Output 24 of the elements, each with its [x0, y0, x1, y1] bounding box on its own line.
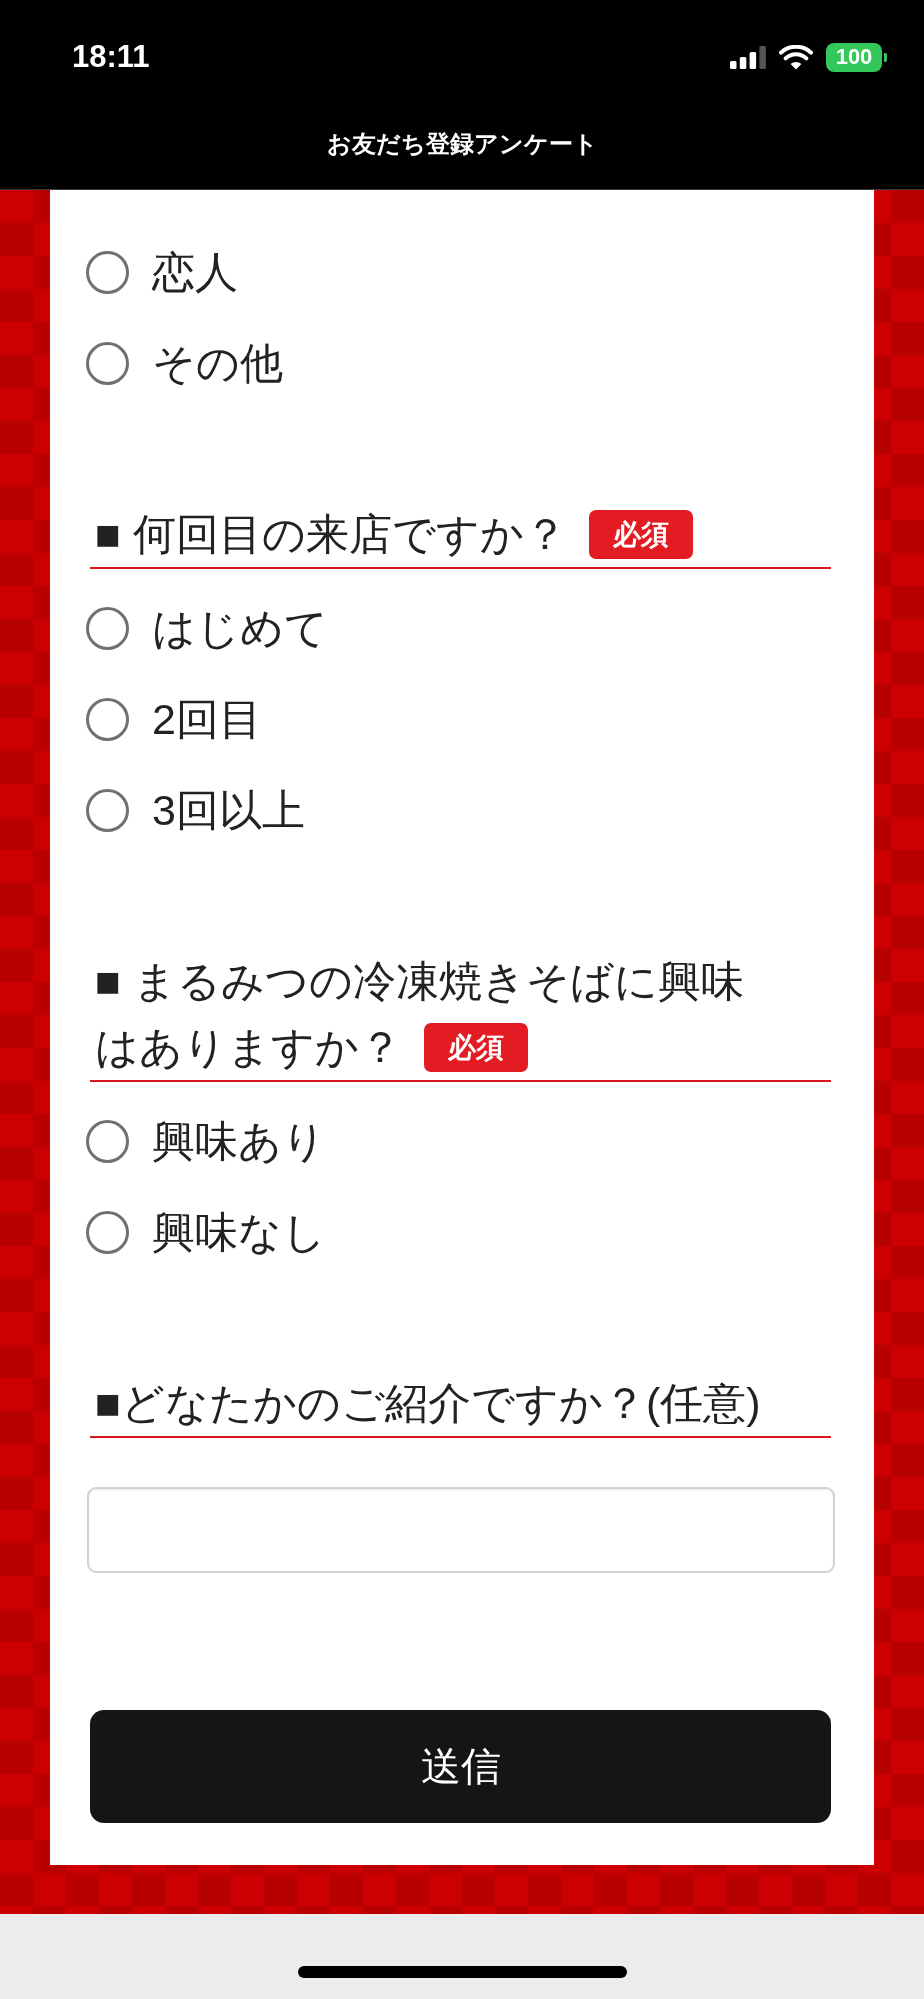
radio-button[interactable]	[86, 251, 129, 294]
option-label[interactable]: 興味なし	[152, 1206, 326, 1259]
option-label[interactable]: はじめて	[152, 602, 328, 655]
option-label[interactable]: 3回以上	[152, 784, 305, 837]
radio-button[interactable]	[86, 342, 129, 385]
radio-button[interactable]	[86, 698, 129, 741]
question-heading: ■ まるみつの冷凍焼きそばに興味はありますか？ 必須	[90, 948, 831, 1082]
radio-button[interactable]	[86, 789, 129, 832]
status-time: 18:11	[72, 39, 150, 75]
question-heading: ■どなたかのご紹介ですか？(任意)	[90, 1370, 831, 1438]
question-heading: ■ 何回目の来店ですか？ 必須	[90, 501, 831, 569]
page-title: お友だち登録アンケート	[325, 129, 599, 159]
submit-button[interactable]: 送信	[90, 1710, 831, 1823]
radio-button[interactable]	[86, 1120, 129, 1163]
battery-indicator: 100	[826, 42, 887, 72]
option-label[interactable]: 恋人	[152, 246, 238, 299]
option-label[interactable]: 2回目	[152, 693, 262, 746]
radio-button[interactable]	[86, 607, 129, 650]
option-label[interactable]: 興味あり	[152, 1115, 326, 1168]
signal-icon	[730, 45, 766, 69]
radio-button[interactable]	[86, 1211, 129, 1254]
option-label[interactable]: その他	[152, 337, 283, 390]
wifi-icon	[779, 44, 813, 70]
text-input[interactable]	[87, 1487, 835, 1573]
